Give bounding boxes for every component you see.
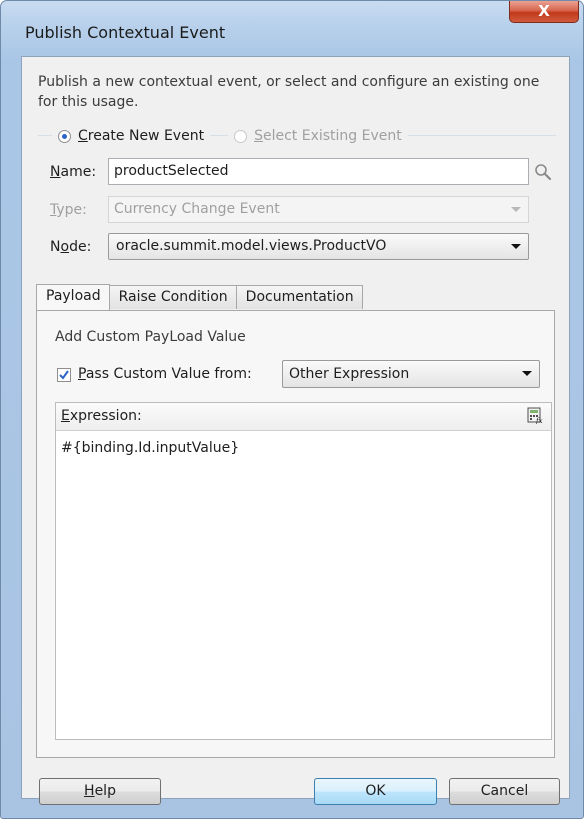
chevron-down-icon xyxy=(511,244,521,249)
value-source-select[interactable]: Other Expression xyxy=(282,360,540,388)
expression-editor: Expression: fx #{binding.Id.inputValue} xyxy=(55,402,552,740)
tab-strip: Payload Raise Condition Documentation xyxy=(36,284,363,310)
name-input[interactable]: productSelected xyxy=(108,158,529,185)
calculator-icon[interactable]: fx xyxy=(527,407,544,424)
select-existing-event-label[interactable]: Select Existing Event xyxy=(254,128,402,144)
name-label: Name: xyxy=(50,164,97,180)
checkmark-icon xyxy=(59,370,69,380)
search-icon[interactable] xyxy=(534,163,552,181)
expression-input[interactable]: #{binding.Id.inputValue} xyxy=(61,440,239,456)
node-select[interactable]: oracle.summit.model.views.ProductVO xyxy=(108,233,529,260)
event-mode-radios: Create New Event Select Existing Event xyxy=(52,126,408,146)
expression-header: Expression: fx xyxy=(56,403,551,431)
chevron-down-icon xyxy=(511,207,521,212)
pass-custom-value-checkbox[interactable] xyxy=(57,368,71,382)
create-new-event-option[interactable]: Create New Event xyxy=(52,128,211,144)
close-icon: X xyxy=(538,2,550,20)
node-label: Node: xyxy=(50,239,92,255)
payload-panel: Add Custom PayLoad Value Pass Custom Val… xyxy=(36,310,555,758)
tab-payload[interactable]: Payload xyxy=(36,284,110,310)
dialog-body: Publish a new contextual event, or selec… xyxy=(21,56,570,805)
payload-heading: Add Custom PayLoad Value xyxy=(55,329,246,345)
title-bar[interactable]: Publish Contextual Event X xyxy=(1,1,583,42)
cancel-button[interactable]: Cancel xyxy=(449,778,560,805)
select-existing-event-option[interactable]: Select Existing Event xyxy=(228,128,408,144)
ok-button[interactable]: OK xyxy=(314,778,437,805)
close-button[interactable]: X xyxy=(509,1,579,23)
create-new-event-label[interactable]: Create New Event xyxy=(78,128,204,144)
select-existing-event-radio[interactable] xyxy=(234,129,248,143)
intro-text: Publish a new contextual event, or selec… xyxy=(38,74,540,110)
pass-custom-value-label[interactable]: Pass Custom Value from: xyxy=(78,366,252,382)
help-button[interactable]: Help xyxy=(39,778,161,805)
create-new-event-radio[interactable] xyxy=(58,129,71,143)
svg-text:fx: fx xyxy=(535,417,543,424)
tab-raise-condition[interactable]: Raise Condition xyxy=(108,285,237,309)
type-select: Currency Change Event xyxy=(108,196,529,223)
chevron-down-icon xyxy=(522,371,532,376)
dialog-window: Publish Contextual Event X Publish a new… xyxy=(0,0,584,819)
tab-documentation[interactable]: Documentation xyxy=(235,285,363,309)
dialog-title: Publish Contextual Event xyxy=(25,23,226,42)
type-label: Type: xyxy=(50,202,87,218)
expression-label: Expression: xyxy=(61,408,142,424)
